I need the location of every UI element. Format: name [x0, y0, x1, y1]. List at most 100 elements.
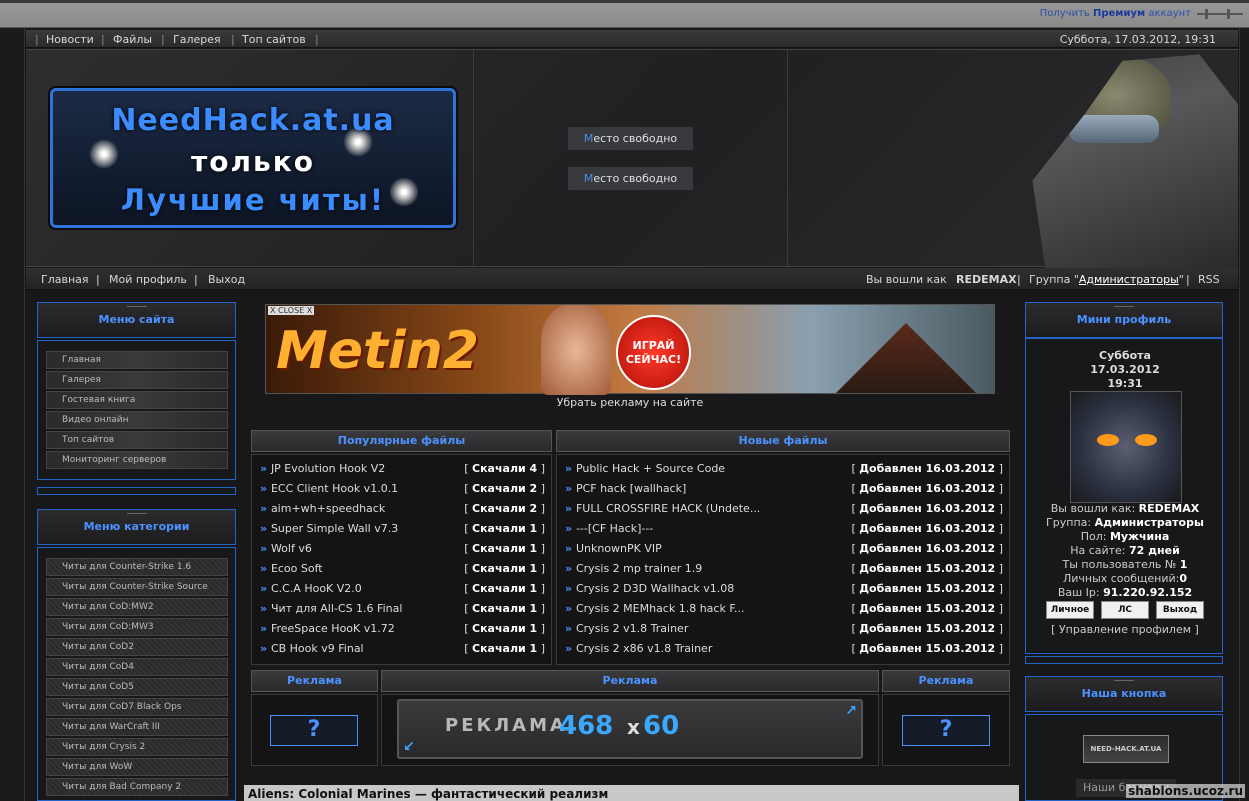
slider-icon[interactable]: [1197, 8, 1243, 20]
site-menu-item[interactable]: Мониторинг серверов: [46, 451, 228, 469]
file-row[interactable]: » Wolf v6 [ Скачали 1 ]: [260, 539, 545, 559]
file-name[interactable]: FULL CROSSFIRE HACK (Undete...: [576, 502, 760, 515]
file-name[interactable]: UnknownPK VIP: [576, 542, 662, 555]
file-row[interactable]: » Crysis 2 mp trainer 1.9 [ Добавлен 15.0…: [565, 559, 1003, 579]
file-row[interactable]: » Crysis 2 v1.8 Trainer [ Добавлен 15.03.…: [565, 619, 1003, 639]
file-row[interactable]: » UnknownPK VIP [ Добавлен 16.03.2012 ]: [565, 539, 1003, 559]
manage-profile-link[interactable]: [ Управление профилем ]: [1026, 623, 1224, 636]
file-name[interactable]: FreeSpace HooK v1.72: [271, 622, 395, 635]
free-slot-button[interactable]: Место свободно: [567, 126, 694, 151]
category-menu-header: Меню категории: [37, 509, 236, 545]
remove-ads-link[interactable]: Убрать рекламу на сайте: [265, 396, 995, 409]
file-name[interactable]: aim+wh+speedhack: [271, 502, 385, 515]
ad-banner[interactable]: Metin2 ИГРАЙ СЕЙЧАС! X CLOSE X: [265, 304, 995, 395]
file-name[interactable]: Crysis 2 v1.8 Trainer: [576, 622, 688, 635]
file-stat: [ Добавлен 15.03.2012 ]: [851, 562, 1003, 575]
category-menu: Читы для Counter-Strike 1.6 Читы для Cou…: [37, 547, 236, 801]
site-logo[interactable]: NeedHack.at.ua только Лучшие читы!: [50, 88, 456, 228]
file-row[interactable]: » Crysis 2 D3D Wallhack v1.08 [ Добавлен …: [565, 579, 1003, 599]
user-nav: Главная | Мой профиль | Выход Вы вошли к…: [26, 268, 1238, 290]
play-now-badge[interactable]: ИГРАЙ СЕЙЧАС!: [616, 315, 691, 390]
nav-item-news[interactable]: Новости: [46, 33, 94, 46]
mini-profile-footer: [1025, 656, 1223, 664]
file-name[interactable]: Чит для All-CS 1.6 Final: [271, 602, 402, 615]
file-row[interactable]: » Чит для All-CS 1.6 Final [ Скачали 1 ]: [260, 599, 545, 619]
category-item[interactable]: Читы для WarCraft III: [46, 718, 228, 736]
nav-item-top-sites[interactable]: Топ сайтов: [242, 33, 306, 46]
file-row[interactable]: » FULL CROSSFIRE HACK (Undete... [ Добавл…: [565, 499, 1003, 519]
file-name[interactable]: C.C.A HooK V2.0: [271, 582, 362, 595]
file-name[interactable]: Ecoo Soft: [271, 562, 323, 575]
premium-link[interactable]: Получить Премиум аккаунт: [1040, 8, 1191, 19]
file-row[interactable]: » Ecoo Soft [ Скачали 1 ]: [260, 559, 545, 579]
file-row[interactable]: » CB Hook v9 Final [ Скачали 1 ]: [260, 639, 545, 659]
category-item[interactable]: Читы для Counter-Strike Source: [46, 578, 228, 596]
site-menu: Главная Галерея Гостевая книга Видео онл…: [37, 340, 236, 480]
category-item[interactable]: Читы для Counter-Strike 1.6: [46, 558, 228, 576]
subnav-logout[interactable]: Выход: [208, 273, 245, 286]
file-row[interactable]: » Public Hack + Source Code [ Добавлен 16…: [565, 459, 1003, 479]
site-menu-item[interactable]: Видео онлайн: [46, 411, 228, 429]
subnav-home[interactable]: Главная: [41, 273, 89, 286]
news-headline[interactable]: Aliens: Colonial Marines — фантастически…: [244, 785, 1019, 801]
file-name[interactable]: Crysis 2 x86 v1.8 Trainer: [576, 642, 712, 655]
file-name[interactable]: ECC Client Hook v1.0.1: [271, 482, 398, 495]
site-header: NeedHack.at.ua только Лучшие читы! Место…: [26, 49, 1238, 268]
file-name[interactable]: PCF hack [wallhack]: [576, 482, 686, 495]
file-name[interactable]: CB Hook v9 Final: [271, 642, 364, 655]
file-row[interactable]: » ECC Client Hook v1.0.1 [ Скачали 2 ]: [260, 479, 545, 499]
file-name[interactable]: Crysis 2 mp trainer 1.9: [576, 562, 702, 575]
site-menu-item[interactable]: Топ сайтов: [46, 431, 228, 449]
file-name[interactable]: ---[CF Hack]---: [576, 522, 653, 535]
file-row[interactable]: » FreeSpace HooK v1.72 [ Скачали 1 ]: [260, 619, 545, 639]
site-menu-item[interactable]: Главная: [46, 351, 228, 369]
rss-link[interactable]: RSS: [1198, 273, 1220, 286]
category-item[interactable]: Читы для CoD5: [46, 678, 228, 696]
personal-button[interactable]: Личное: [1046, 601, 1094, 619]
file-row[interactable]: » aim+wh+speedhack [ Скачали 2 ]: [260, 499, 545, 519]
free-slot-button[interactable]: Место свободно: [567, 166, 694, 191]
file-row[interactable]: » PCF hack [wallhack] [ Добавлен 16.03.20…: [565, 479, 1003, 499]
category-item[interactable]: Читы для Bad Company 2: [46, 778, 228, 796]
subnav-my-profile[interactable]: Мой профиль: [109, 273, 187, 286]
file-row[interactable]: » ---[CF Hack]--- [ Добавлен 16.03.2012 ]: [565, 519, 1003, 539]
file-name[interactable]: Crysis 2 MEMhack 1.8 hack F...: [576, 602, 744, 615]
file-stat: [ Скачали 1 ]: [464, 642, 545, 655]
avatar[interactable]: [1070, 391, 1182, 503]
ad-468-x: x: [627, 715, 640, 739]
ad-placeholder-88x31[interactable]: ?: [902, 715, 990, 746]
file-row[interactable]: » Crysis 2 MEMhack 1.8 hack F... [ Добавл…: [565, 599, 1003, 619]
file-row[interactable]: » Super Simple Wall v7.3 [ Скачали 1 ]: [260, 519, 545, 539]
site-menu-item[interactable]: Галерея: [46, 371, 228, 389]
file-name[interactable]: JP Evolution Hook V2: [271, 462, 385, 475]
file-name[interactable]: Super Simple Wall v7.3: [271, 522, 398, 535]
double-arrow-icon: »: [565, 582, 576, 595]
exit-button[interactable]: Выход: [1156, 601, 1204, 619]
file-stat: [ Скачали 2 ]: [464, 502, 545, 515]
category-item[interactable]: Читы для CoD:MW2: [46, 598, 228, 616]
group-link[interactable]: Администраторы: [1079, 273, 1179, 286]
file-name[interactable]: Wolf v6: [271, 542, 312, 555]
ad-placeholder-88x31[interactable]: ?: [270, 715, 358, 746]
file-name[interactable]: Crysis 2 D3D Wallhack v1.08: [576, 582, 734, 595]
category-item[interactable]: Читы для CoD7 Black Ops: [46, 698, 228, 716]
file-row[interactable]: » Crysis 2 x86 v1.8 Trainer [ Добавлен 15…: [565, 639, 1003, 659]
banner-character: [541, 305, 611, 395]
pm-button[interactable]: ЛС: [1101, 601, 1149, 619]
nav-item-files[interactable]: Файлы: [113, 33, 152, 46]
category-item[interactable]: Читы для CoD:MW3: [46, 618, 228, 636]
category-item[interactable]: Читы для Crysis 2: [46, 738, 228, 756]
site-menu-item[interactable]: Гостевая книга: [46, 391, 228, 409]
category-item[interactable]: Читы для CoD4: [46, 658, 228, 676]
site-button-image[interactable]: NEED-HACK.AT.UA: [1083, 735, 1169, 763]
category-item[interactable]: Читы для CoD2: [46, 638, 228, 656]
mp-user-number: Ты пользователь № 1: [1062, 558, 1188, 571]
file-name[interactable]: Public Hack + Source Code: [576, 462, 725, 475]
file-row[interactable]: » C.C.A HooK V2.0 [ Скачали 1 ]: [260, 579, 545, 599]
banner-close-button[interactable]: X CLOSE X: [268, 306, 315, 315]
file-row[interactable]: » JP Evolution Hook V2 [ Скачали 4 ]: [260, 459, 545, 479]
nav-item-gallery[interactable]: Галерея: [173, 33, 221, 46]
file-stat: [ Добавлен 16.03.2012 ]: [851, 542, 1003, 555]
ad-placeholder-468x60[interactable]: РЕКЛАМА 468 x 60 ↗ ↙: [397, 699, 863, 759]
category-item[interactable]: Читы для WoW: [46, 758, 228, 776]
